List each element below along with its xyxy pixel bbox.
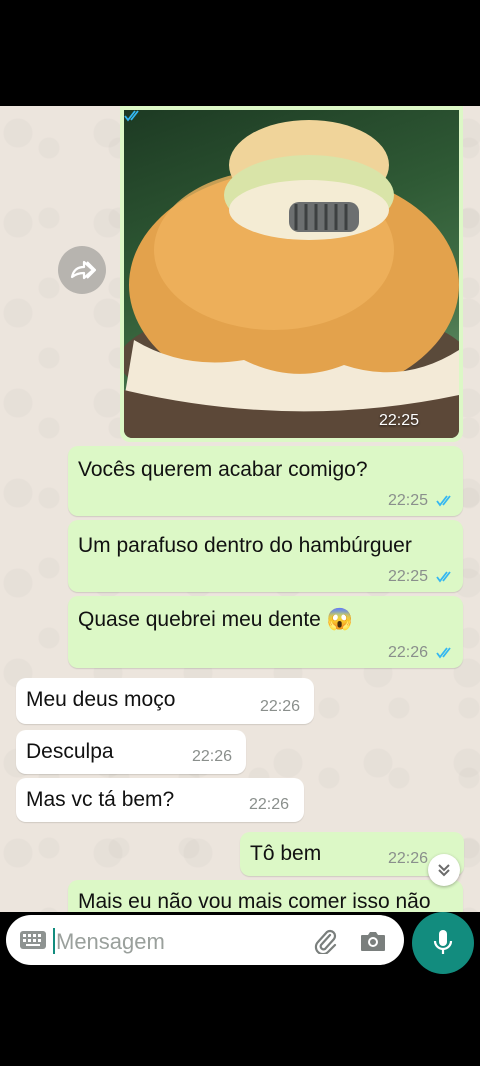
image-timestamp: 22:25 [378, 412, 419, 429]
message-bubble[interactable]: Meu deus moço 22:26 [16, 678, 314, 724]
message-text: Mas vc tá bem? [26, 788, 175, 811]
image-message[interactable]: 22:25 [120, 106, 463, 442]
message-bubble[interactable]: Mais eu não vou mais comer isso não [68, 880, 463, 912]
voice-record-button[interactable] [412, 912, 474, 974]
message-time: 22:25 [388, 568, 429, 585]
microphone-icon [433, 930, 453, 954]
message-text: Um parafuso dentro do hambúrguer [78, 534, 412, 557]
chevron-double-down-icon [438, 864, 450, 877]
message-text: Tô bem [250, 842, 322, 865]
message-composer[interactable]: Mensagem [6, 915, 404, 965]
message-bubble[interactable]: Quase quebrei meu dente 😱 22:26 [68, 596, 463, 668]
read-ticks-icon [124, 110, 139, 122]
paperclip-icon[interactable] [312, 927, 340, 955]
message-time: 22:25 [388, 492, 429, 509]
forward-icon [70, 260, 96, 280]
burger-photo[interactable]: 22:25 [124, 110, 459, 438]
message-text: Meu deus moço [26, 688, 176, 711]
read-ticks-icon [436, 571, 451, 583]
forward-button[interactable] [58, 246, 106, 294]
message-text: Mais eu não vou mais comer isso não [78, 890, 431, 912]
message-time: 22:26 [388, 644, 429, 661]
keyboard-icon[interactable] [18, 929, 48, 951]
message-text: Desculpa [26, 740, 114, 763]
message-bubble[interactable]: Mas vc tá bem? 22:26 [16, 778, 304, 822]
message-input[interactable]: Mensagem [56, 929, 165, 955]
read-ticks-icon [436, 647, 451, 659]
scroll-to-bottom-button[interactable] [428, 854, 460, 886]
text-cursor [53, 928, 55, 954]
read-ticks-icon [436, 495, 451, 507]
camera-icon[interactable] [358, 927, 388, 955]
message-time: 22:26 [192, 748, 233, 765]
message-time: 22:26 [388, 850, 429, 867]
message-time: 22:26 [249, 796, 290, 813]
message-bubble[interactable]: Um parafuso dentro do hambúrguer 22:25 [68, 520, 463, 592]
message-bubble[interactable]: Desculpa 22:26 [16, 730, 246, 774]
burger-illustration [124, 120, 459, 438]
message-bubble[interactable]: Vocês querem acabar comigo? 22:25 [68, 446, 463, 516]
message-text: Vocês querem acabar comigo? [78, 458, 368, 481]
message-time: 22:26 [260, 698, 301, 715]
chat-area[interactable]: 22:25 Vocês querem acabar comigo? 22:25 … [0, 106, 480, 912]
message-text: Quase quebrei meu dente 😱 [78, 608, 353, 631]
